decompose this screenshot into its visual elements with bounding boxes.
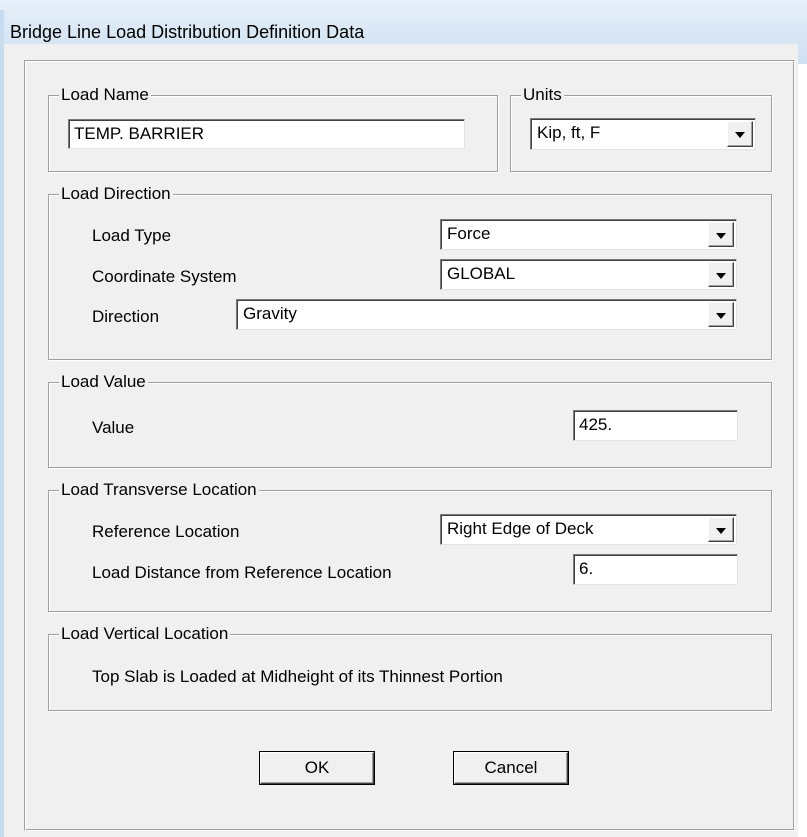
- direction-select[interactable]: Gravity: [236, 299, 737, 330]
- direction-value: Gravity: [243, 304, 297, 323]
- direction-label: Direction: [92, 307, 160, 326]
- load-direction-group-label: Load Direction: [59, 184, 173, 204]
- load-vertical-location-group-label: Load Vertical Location: [59, 624, 231, 644]
- chevron-down-icon: [735, 132, 745, 138]
- load-name-input[interactable]: TEMP. BARRIER: [68, 119, 465, 149]
- coordinate-system-dropdown-button[interactable]: [708, 262, 734, 287]
- load-type-label: Load Type: [92, 226, 172, 245]
- chevron-down-icon: [716, 272, 726, 279]
- reference-location-label: Reference Location: [92, 522, 240, 541]
- coordinate-system-value: GLOBAL: [447, 264, 516, 283]
- load-direction-group: Load Direction Load Type Force Coordinat…: [48, 184, 772, 360]
- ok-button[interactable]: OK: [260, 752, 374, 784]
- load-vertical-location-group: Load Vertical Location Top Slab is Loade…: [48, 624, 772, 711]
- load-transverse-location-group: Load Transverse Location Reference Locat…: [48, 480, 772, 612]
- load-transverse-location-group-label: Load Transverse Location: [59, 480, 259, 500]
- reference-location-value: Right Edge of Deck: [447, 519, 594, 538]
- units-group-label: Units: [521, 85, 564, 105]
- coordinate-system-label: Coordinate System: [92, 267, 237, 286]
- vertical-location-text: Top Slab is Loaded at Midheight of its T…: [92, 667, 503, 686]
- cancel-button[interactable]: Cancel: [454, 752, 568, 784]
- chevron-down-icon: [716, 232, 726, 239]
- load-distance-label: Load Distance from Reference Location: [92, 563, 392, 582]
- chevron-down-icon: [716, 527, 726, 534]
- load-type-value: Force: [447, 224, 491, 243]
- direction-dropdown-button[interactable]: [708, 302, 734, 327]
- dialog-body: Load Name TEMP. BARRIER Units Kip, ft, F…: [4, 44, 798, 837]
- load-name-group: Load Name TEMP. BARRIER: [48, 85, 498, 172]
- reference-location-select[interactable]: Right Edge of Deck: [440, 514, 737, 545]
- units-group: Units Kip, ft, F: [510, 85, 772, 172]
- load-type-dropdown-button[interactable]: [708, 222, 734, 247]
- units-dropdown-button[interactable]: [727, 121, 753, 147]
- coordinate-system-select[interactable]: GLOBAL: [440, 259, 737, 290]
- units-value: Kip, ft, F: [537, 123, 601, 142]
- load-value-group-label: Load Value: [59, 372, 148, 392]
- reference-location-dropdown-button[interactable]: [708, 517, 734, 542]
- load-value-input[interactable]: 425.: [573, 410, 738, 441]
- load-distance-input[interactable]: 6.: [573, 554, 738, 585]
- load-name-group-label: Load Name: [59, 85, 151, 105]
- load-value-group: Load Value Value 425.: [48, 372, 772, 468]
- load-type-select[interactable]: Force: [440, 219, 737, 250]
- value-label: Value: [92, 418, 135, 437]
- units-select[interactable]: Kip, ft, F: [530, 118, 756, 150]
- chevron-down-icon: [716, 312, 726, 319]
- window-title: Bridge Line Load Distribution Definition…: [10, 22, 365, 42]
